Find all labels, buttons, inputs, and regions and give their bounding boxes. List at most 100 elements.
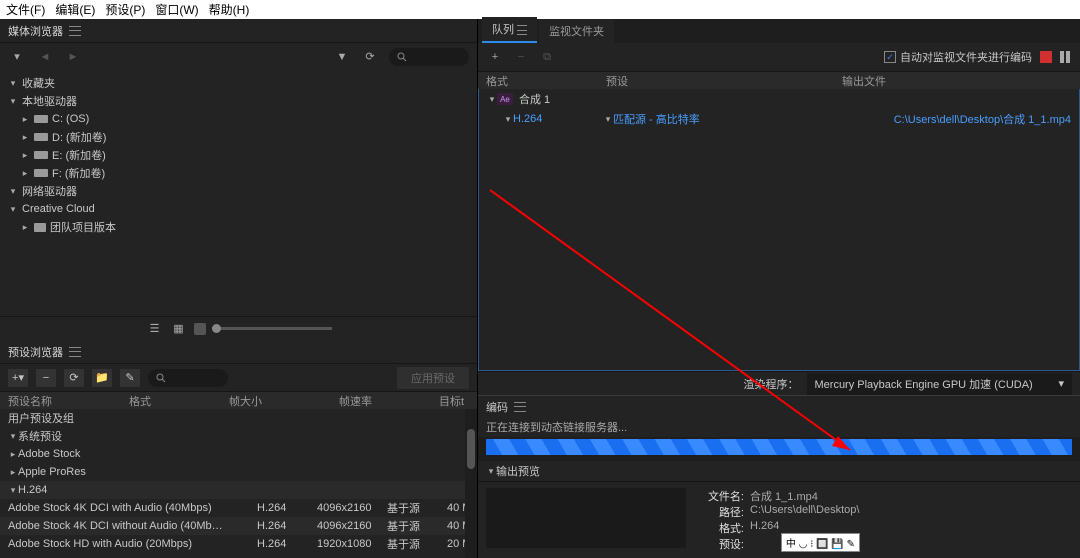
encoding-header: 编码 [478, 395, 1080, 417]
menu-preset[interactable]: 预设(P) [105, 1, 145, 18]
collapse-icon[interactable]: ▾ [8, 48, 26, 66]
zoom-dot-icon [194, 323, 206, 335]
col-fps[interactable]: 帧速率 [339, 393, 399, 409]
stop-button[interactable] [1040, 51, 1052, 63]
drive-icon [34, 169, 48, 177]
preset-node[interactable]: ▸Adobe Stock [0, 445, 477, 463]
tree-creative-cloud[interactable]: ▾Creative Cloud [0, 200, 477, 218]
filter-icon[interactable]: ▼ [333, 48, 351, 66]
menu-window[interactable]: 窗口(W) [155, 1, 198, 18]
progress-bar [486, 439, 1072, 455]
queue-comp-row[interactable]: ▾Ae 合成 1 [479, 89, 1079, 109]
ae-icon: Ae [497, 93, 513, 105]
col-preset[interactable]: 预设 [606, 73, 842, 89]
preset-node[interactable]: ▸Apple ProRes [0, 463, 477, 481]
nav-fwd-icon[interactable]: ► [64, 48, 82, 66]
preset-list[interactable]: 用户预设及组 ▾系统预设 ▸Adobe Stock ▸Apple ProRes … [0, 409, 477, 558]
add-preset-button[interactable]: +▾ [8, 369, 28, 387]
tree-local-drives[interactable]: ▾本地驱动器 [0, 92, 477, 110]
menu-help[interactable]: 帮助(H) [209, 1, 250, 18]
tree-drive-e[interactable]: ▸E: (新加卷) [0, 146, 477, 164]
checkbox-icon: ✓ [884, 51, 896, 63]
panel-menu-icon[interactable] [514, 402, 526, 412]
tree-drive-c[interactable]: ▸C: (OS) [0, 110, 477, 128]
panel-menu-icon[interactable] [69, 26, 81, 36]
menu-file[interactable]: 文件(F) [6, 1, 45, 18]
panel-menu-icon[interactable] [517, 25, 527, 35]
preset-columns: 预设名称 格式 帧大小 帧速率 目标t [0, 391, 477, 409]
menu-edit[interactable]: 编辑(E) [55, 1, 95, 18]
encoding-title: 编码 [486, 399, 508, 415]
tab-queue[interactable]: 队列 [482, 17, 537, 43]
zoom-slider[interactable] [212, 327, 332, 330]
renderer-select[interactable]: Mercury Playback Engine GPU 加速 (CUDA)▾ [807, 373, 1073, 395]
media-browser-header: 媒体浏览器 [0, 19, 477, 42]
add-source-button[interactable]: + [486, 48, 504, 66]
col-output[interactable]: 输出文件 [842, 73, 1072, 89]
media-browser-toolbar: ▾ ◄ ► ▼ ⟳ [0, 42, 477, 70]
tab-watch[interactable]: 监视文件夹 [539, 19, 614, 43]
renderer-bar: 渲染程序： Mercury Playback Engine GPU 加速 (CU… [478, 371, 1080, 395]
progress-fill [486, 439, 1072, 455]
refresh-icon[interactable]: ⟳ [361, 48, 379, 66]
edit-preset-button[interactable]: ✎ [120, 369, 140, 387]
queue-output-file[interactable]: C:\Users\dell\Desktop\合成 1_1.mp4 [894, 111, 1071, 127]
queue-format[interactable]: H.264 [513, 113, 603, 125]
media-search-input[interactable] [389, 48, 469, 66]
scrollbar[interactable] [465, 409, 477, 558]
queue-toolbar: + − ⧉ ✓自动对监视文件夹进行编码 [478, 43, 1080, 71]
sync-preset-button[interactable]: ⟳ [64, 369, 84, 387]
output-preview-header[interactable]: ▾输出预览 [478, 461, 1080, 481]
col-target[interactable]: 目标t [439, 393, 469, 409]
queue-body[interactable]: ▾Ae 合成 1 ▾ H.264 ▾ 匹配源 - 高比特率 C:\Users\d… [478, 89, 1080, 371]
menu-bar[interactable]: 文件(F) 编辑(E) 预设(P) 窗口(W) 帮助(H) [0, 0, 1080, 19]
col-name[interactable]: 预设名称 [8, 393, 89, 409]
new-folder-button[interactable]: 📁 [92, 369, 112, 387]
preset-item[interactable]: Adobe Stock 4K DCI without Audio (40Mb…H… [0, 517, 477, 535]
preset-browser-title: 预设浏览器 [8, 344, 63, 360]
auto-encode-checkbox[interactable]: ✓自动对监视文件夹进行编码 [884, 49, 1032, 65]
thumb-view-icon[interactable]: ▦ [170, 320, 188, 338]
preset-item[interactable]: Adobe Stock HD with Audio (20Mbps)H.2641… [0, 535, 477, 553]
tree-network-drives[interactable]: ▾网络驱动器 [0, 182, 477, 200]
tree-team-version[interactable]: ▸团队项目版本 [0, 218, 477, 236]
col-format[interactable]: 格式 [129, 393, 189, 409]
apply-preset-button[interactable]: 应用预设 [397, 367, 469, 389]
queue-output-row[interactable]: ▾ H.264 ▾ 匹配源 - 高比特率 C:\Users\dell\Deskt… [479, 109, 1079, 129]
folder-icon [34, 223, 46, 232]
preview-thumbnail [486, 488, 686, 548]
preset-user-group[interactable]: 用户预设及组 [0, 409, 477, 427]
view-mode-bar: ☰ ▦ [0, 316, 477, 340]
pause-button[interactable] [1060, 51, 1072, 63]
output-preview: 文件名:合成 1_1.mp4 路径:C:\Users\dell\Desktop\… [478, 481, 1080, 558]
media-browser-title: 媒体浏览器 [8, 23, 63, 39]
col-format[interactable]: 格式 [486, 73, 606, 89]
preset-browser-header: 预设浏览器 [0, 340, 477, 363]
queue-preset[interactable]: 匹配源 - 高比特率 [613, 111, 894, 127]
queue-tabs: 队列 监视文件夹 [478, 19, 1080, 43]
queue-columns: 格式 预设 输出文件 [478, 71, 1080, 89]
drive-icon [34, 151, 48, 159]
encoding-status: 正在连接到动态链接服务器... [478, 417, 1080, 437]
preset-search-input[interactable] [148, 369, 228, 387]
col-size[interactable]: 帧大小 [229, 393, 299, 409]
tree-drive-f[interactable]: ▸F: (新加卷) [0, 164, 477, 182]
renderer-label: 渲染程序： [744, 376, 799, 392]
list-view-icon[interactable]: ☰ [146, 320, 164, 338]
preset-sys-group[interactable]: ▾系统预设 [0, 427, 477, 445]
media-tree[interactable]: ▾收藏夹 ▾本地驱动器 ▸C: (OS) ▸D: (新加卷) ▸E: (新加卷)… [0, 70, 477, 316]
preset-item[interactable]: Adobe Stock 4K DCI with Audio (40Mbps)H.… [0, 499, 477, 517]
chevron-down-icon: ▾ [1058, 377, 1064, 390]
preset-node-h264[interactable]: ▾H.264 [0, 481, 477, 499]
tree-drive-d[interactable]: ▸D: (新加卷) [0, 128, 477, 146]
drive-icon [34, 115, 48, 123]
duplicate-button[interactable]: ⧉ [538, 48, 556, 66]
ime-bar[interactable]: 中 ◡ ⁝ 🔲 💾 ✎ [781, 533, 860, 552]
panel-menu-icon[interactable] [69, 347, 81, 357]
preset-toolbar: +▾ − ⟳ 📁 ✎ 应用预设 [0, 363, 477, 391]
scrollbar-thumb[interactable] [467, 429, 475, 469]
nav-back-icon[interactable]: ◄ [36, 48, 54, 66]
delete-preset-button[interactable]: − [36, 369, 56, 387]
tree-favorites[interactable]: ▾收藏夹 [0, 74, 477, 92]
remove-source-button[interactable]: − [512, 48, 530, 66]
